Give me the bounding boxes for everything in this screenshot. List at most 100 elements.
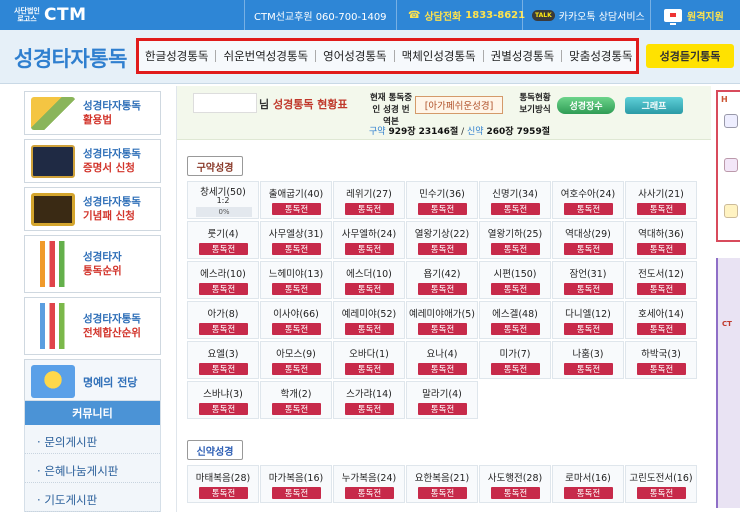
read-status-button[interactable]: 통독전 <box>564 363 613 375</box>
read-status-button[interactable]: 통독전 <box>637 363 686 375</box>
book-name[interactable]: 요엘(3) <box>188 346 258 360</box>
book-name[interactable]: 여호수아(24) <box>553 186 623 200</box>
read-status-button[interactable]: 통독전 <box>272 403 321 415</box>
read-status-button[interactable]: 통독전 <box>345 487 394 499</box>
book-name[interactable]: 호세아(14) <box>626 306 696 320</box>
book-name[interactable]: 에스더(10) <box>334 266 404 280</box>
book-name[interactable]: 미가(7) <box>480 346 550 360</box>
book-name[interactable]: 다니엘(12) <box>553 306 623 320</box>
read-status-button[interactable]: 통독전 <box>637 487 686 499</box>
sidebar-item-plaque[interactable]: 성경타자통독 기념패 신청 <box>24 187 161 231</box>
book-name[interactable]: 역대하(36) <box>626 226 696 240</box>
sponsor-link[interactable]: CTM선교후원 060-700-1409 <box>254 0 387 30</box>
read-status-button[interactable]: 통독전 <box>491 323 540 335</box>
remote-support-link[interactable]: 원격지원 <box>664 0 724 30</box>
read-status-button[interactable]: 통독전 <box>199 487 248 499</box>
book-name[interactable]: 잠언(31) <box>553 266 623 280</box>
read-status-button[interactable]: 통독전 <box>272 487 321 499</box>
read-status-button[interactable]: 통독전 <box>418 283 467 295</box>
read-status-button[interactable]: 통독전 <box>564 243 613 255</box>
read-status-button[interactable]: 통독전 <box>564 323 613 335</box>
book-name[interactable]: 오바다(1) <box>334 346 404 360</box>
listen-reading-button[interactable]: 성경듣기통독 <box>646 44 734 68</box>
read-status-button[interactable]: 통독전 <box>272 243 321 255</box>
book-name[interactable]: 로마서(16) <box>553 470 623 484</box>
read-status-button[interactable]: 통독전 <box>564 203 613 215</box>
book-name[interactable]: 신명기(34) <box>480 186 550 200</box>
bulb-icon[interactable] <box>724 204 738 218</box>
sidebar-item-ranking[interactable]: 성경타자 통독순위 <box>24 235 161 293</box>
right-rail-banner[interactable]: CT <box>716 258 740 508</box>
read-status-button[interactable]: 통독전 <box>199 323 248 335</box>
read-status-button[interactable]: 통독전 <box>345 283 394 295</box>
read-status-button[interactable]: 통독전 <box>564 283 613 295</box>
menu-korean[interactable]: 한글성경통독 <box>145 48 208 64</box>
read-status-button[interactable]: 통독전 <box>272 203 321 215</box>
menu-english[interactable]: 영어성경통독 <box>323 48 386 64</box>
book-name[interactable]: 말라기(4) <box>407 386 477 400</box>
book-name[interactable]: 아모스(9) <box>261 346 331 360</box>
menu-custom[interactable]: 맞춤성경통독 <box>569 48 632 64</box>
community-link-prayer[interactable]: 기도게시판 <box>25 492 160 512</box>
book-name[interactable]: 열왕기하(25) <box>480 226 550 240</box>
book-name[interactable]: 요한복음(21) <box>407 470 477 484</box>
book-name[interactable]: 스가랴(14) <box>334 386 404 400</box>
book-name[interactable]: 사무엘상(31) <box>261 226 331 240</box>
book-name[interactable]: 느헤미야(13) <box>261 266 331 280</box>
book-name[interactable]: 나훔(3) <box>553 346 623 360</box>
view-chapters-button[interactable]: 성경장수 <box>557 97 615 114</box>
book-name[interactable]: 전도서(12) <box>626 266 696 280</box>
book-name[interactable]: 룻기(4) <box>188 226 258 240</box>
book-name[interactable]: 에스라(10) <box>188 266 258 280</box>
book-name[interactable]: 예레미야(52) <box>334 306 404 320</box>
book-name[interactable]: 욥기(42) <box>407 266 477 280</box>
community-link-inquiry[interactable]: 문의게시판 <box>25 434 160 454</box>
book-name[interactable]: 시편(150) <box>480 266 550 280</box>
menu-easy-translation[interactable]: 쉬운번역성경통독 <box>223 48 308 64</box>
read-status-button[interactable]: 통독전 <box>199 243 248 255</box>
read-status-button[interactable]: 통독전 <box>345 403 394 415</box>
book-name[interactable]: 사사기(21) <box>626 186 696 200</box>
book-name[interactable]: 에스겔(48) <box>480 306 550 320</box>
read-status-button[interactable]: 통독전 <box>491 363 540 375</box>
read-status-button[interactable]: 통독전 <box>637 283 686 295</box>
book-name[interactable]: 스바냐(3) <box>188 386 258 400</box>
book-name[interactable]: 사무엘하(24) <box>334 226 404 240</box>
read-status-button[interactable]: 통독전 <box>418 363 467 375</box>
book-name[interactable]: 마가복음(16) <box>261 470 331 484</box>
read-status-button[interactable]: 통독전 <box>272 363 321 375</box>
logo[interactable]: 사단법인 로고스 CTM <box>12 3 87 27</box>
kakao-consult-link[interactable]: TALK 카카오톡 상담서비스 <box>532 0 645 30</box>
sidebar-item-total-ranking[interactable]: 성경타자통독 전체합산순위 <box>24 297 161 355</box>
consult-phone[interactable]: ☎ 상담전화 1833-8621 <box>408 0 525 30</box>
menu-mcheyne[interactable]: 맥체인성경통독 <box>402 48 476 64</box>
book-name[interactable]: 하박국(3) <box>626 346 696 360</box>
book-name[interactable]: 출애굽기(40) <box>261 186 331 200</box>
read-status-button[interactable]: 통독전 <box>199 363 248 375</box>
read-status-button[interactable]: 통독전 <box>564 487 613 499</box>
book-name[interactable]: 누가복음(24) <box>334 470 404 484</box>
book-name[interactable]: 아가(8) <box>188 306 258 320</box>
read-status-button[interactable]: 통독전 <box>637 203 686 215</box>
read-status-button[interactable]: 통독전 <box>637 243 686 255</box>
read-status-button[interactable]: 통독전 <box>491 203 540 215</box>
read-status-button[interactable]: 통독전 <box>345 363 394 375</box>
book-name[interactable]: 이사야(66) <box>261 306 331 320</box>
book-name[interactable]: 고린도전서(16) <box>626 470 696 484</box>
read-status-button[interactable]: 통독전 <box>637 323 686 335</box>
book-name[interactable]: 예레미야애가(5) <box>407 306 477 320</box>
read-status-button[interactable]: 통독전 <box>491 487 540 499</box>
read-status-button[interactable]: 통독전 <box>345 203 394 215</box>
read-status-button[interactable]: 통독전 <box>491 283 540 295</box>
book-name[interactable]: 학개(2) <box>261 386 331 400</box>
read-status-button[interactable]: 통독전 <box>345 243 394 255</box>
sidebar-item-certificate[interactable]: 성경타자통독 증명서 신청 <box>24 139 161 183</box>
document-icon[interactable] <box>724 158 738 172</box>
read-status-button[interactable]: 통독전 <box>199 403 248 415</box>
book-name[interactable]: 요나(4) <box>407 346 477 360</box>
book-name[interactable]: 열왕기상(22) <box>407 226 477 240</box>
read-status-button[interactable]: 통독전 <box>272 283 321 295</box>
read-status-button[interactable]: 통독전 <box>272 323 321 335</box>
sidebar-item-usage[interactable]: 성경타자통독 활용법 <box>24 91 161 135</box>
read-status-button[interactable]: 통독전 <box>418 403 467 415</box>
